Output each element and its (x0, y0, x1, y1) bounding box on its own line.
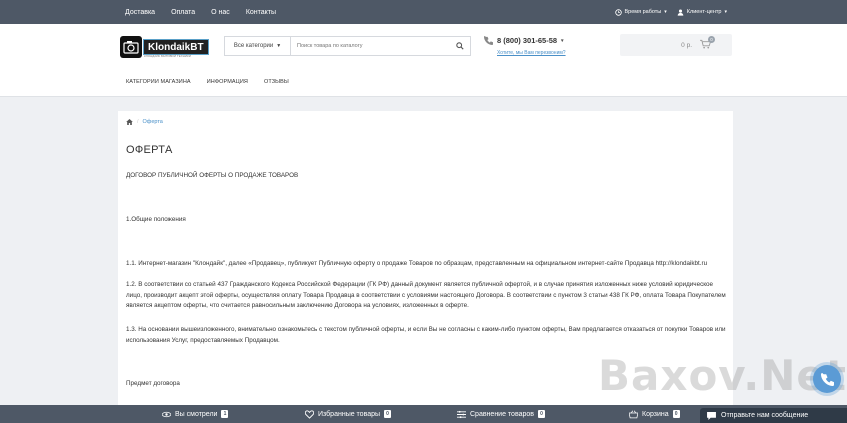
top-bar: Доставка Оплата О нас Контакты Время раб… (0, 0, 847, 24)
header-cart[interactable]: 0 р. 0 (620, 34, 732, 56)
section-heading-general: 1.Общие положения (126, 216, 186, 223)
nav-contacts[interactable]: Контакты (246, 9, 276, 16)
work-hours-label: Время работы (624, 9, 662, 15)
chevron-down-icon: ▾ (724, 9, 727, 15)
phone-icon (484, 36, 493, 45)
wishlist-count-badge: 0 (384, 410, 392, 418)
compare-count-badge: 0 (538, 410, 545, 418)
basket-icon (629, 410, 638, 418)
eye-icon (162, 411, 171, 417)
cart-button[interactable]: Корзина 0 (629, 405, 680, 423)
nav-reviews[interactable]: Отзывы (264, 79, 289, 85)
nav-information[interactable]: Информация (207, 79, 248, 85)
nav-delivery[interactable]: Доставка (125, 9, 155, 16)
nav-about[interactable]: О нас (211, 9, 230, 16)
search-button[interactable] (450, 37, 470, 55)
compare-icon (457, 410, 466, 418)
nav-store-categories[interactable]: Категории магазина (126, 79, 191, 85)
user-icon (677, 9, 684, 16)
chat-widget[interactable]: Отправьте нам сообщение (700, 408, 847, 423)
chat-icon (707, 411, 716, 420)
caret-down-icon: ▼ (276, 43, 282, 49)
search-icon (456, 42, 464, 50)
client-center-dropdown[interactable]: Клиент-центр ▾ (677, 9, 727, 16)
category-select-label: Все категории (233, 43, 274, 49)
search-input[interactable] (291, 37, 450, 55)
category-select[interactable]: Все категории ▼ (225, 37, 291, 55)
heart-icon (305, 409, 314, 419)
viewed-products-button[interactable]: Вы смотрели 1 (162, 405, 229, 423)
chevron-down-icon: ▾ (561, 37, 564, 44)
cart-label: Корзина (642, 410, 669, 418)
logo-icon (120, 36, 142, 58)
breadcrumb: / Оферта (126, 119, 163, 125)
phone-icon (820, 372, 834, 386)
section-heading-subject: Предмет договора (126, 380, 180, 387)
top-right-menu: Время работы ▾ Клиент-центр ▾ (614, 0, 727, 24)
viewed-count-badge: 1 (221, 410, 229, 418)
compare-button[interactable]: Сравнение товаров 0 (457, 405, 545, 423)
logo-subtitle: КЛОНДАЙК БЫТОВОЙ ТЕХНИКИ (144, 54, 191, 58)
nav-payment[interactable]: Оплата (171, 9, 195, 16)
wishlist-button[interactable]: Избранные товары 0 (305, 405, 392, 423)
client-center-label: Клиент-центр (686, 9, 722, 15)
phone-dropdown[interactable]: 8 (800) 301-65-58 ▾ (484, 36, 564, 45)
clause-1-2: 1.2. В соответствии со статьей 437 Гражд… (126, 281, 726, 309)
content-card: / Оферта ОФЕРТА ДОГОВОР ПУБЛИЧНОЙ ОФЕРТЫ… (118, 111, 733, 405)
logo-text: KlondaikBT (143, 39, 209, 55)
viewed-label: Вы смотрели (175, 410, 218, 418)
breadcrumb-current[interactable]: Оферта (143, 119, 163, 125)
call-widget-button[interactable] (813, 365, 841, 393)
cart-count-badge: 0 (672, 410, 680, 418)
work-hours-dropdown[interactable]: Время работы ▾ (614, 8, 667, 16)
home-icon[interactable] (126, 119, 133, 125)
cart-count-badge: 0 (708, 36, 715, 43)
page-title: ОФЕРТА (126, 144, 173, 156)
top-nav: Доставка Оплата О нас Контакты (125, 0, 276, 24)
chevron-down-icon: ▾ (664, 9, 667, 15)
contract-title: ДОГОВОР ПУБЛИЧНОЙ ОФЕРТЫ О ПРОДАЖЕ ТОВАР… (126, 172, 299, 179)
breadcrumb-separator: / (137, 119, 139, 125)
chat-label: Отправьте нам сообщение (721, 412, 809, 419)
phone-number: 8 (800) 301-65-58 (497, 36, 558, 45)
site-logo[interactable]: KlondaikBT КЛОНДАЙК БЫТОВОЙ ТЕХНИКИ (120, 36, 210, 58)
callback-link[interactable]: Хотите, мы Вам перезвоним? (497, 50, 566, 56)
cart-total: 0 р. (681, 41, 692, 49)
clause-1-1: 1.1. Интернет-магазин "Клондайк", далее … (126, 260, 708, 267)
category-nav: Категории магазина Информация Отзывы (126, 79, 289, 85)
compare-label: Сравнение товаров (470, 410, 534, 418)
clause-1-3: 1.3. На основании вышеизложенного, внима… (126, 326, 726, 344)
wishlist-label: Избранные товары (318, 410, 381, 418)
clock-icon (614, 8, 622, 16)
search-bar: Все категории ▼ (224, 36, 471, 56)
site-header: KlondaikBT КЛОНДАЙК БЫТОВОЙ ТЕХНИКИ Все … (0, 24, 847, 97)
